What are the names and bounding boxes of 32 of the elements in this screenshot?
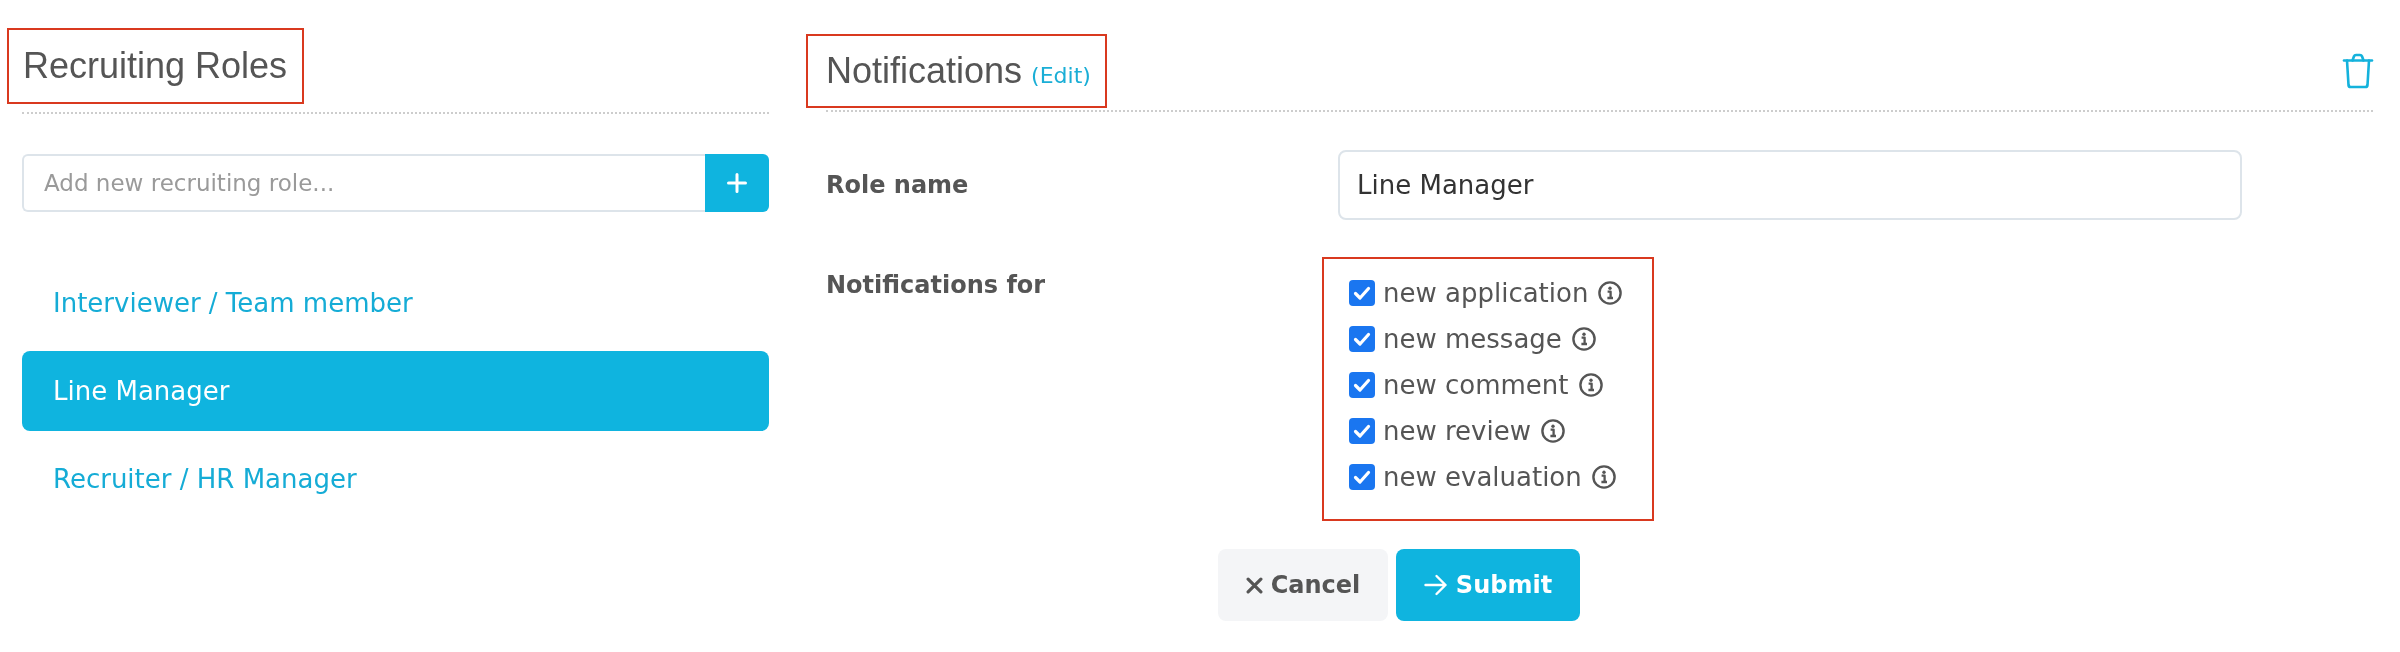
submit-button[interactable]: Submit (1396, 549, 1580, 621)
option-label: new message (1383, 324, 1562, 354)
info-icon[interactable] (1591, 465, 1616, 489)
edit-link[interactable]: (Edit) (1031, 63, 1091, 88)
option-label: new comment (1383, 370, 1569, 400)
input-field[interactable]: Add new recruiting role... (22, 154, 705, 212)
field-label: Notifications for (826, 270, 1047, 299)
info-icon[interactable] (1598, 281, 1623, 305)
checkbox[interactable] (1349, 418, 1375, 444)
plus-icon (727, 173, 747, 193)
trash-icon[interactable] (2342, 53, 2374, 89)
checkbox[interactable] (1349, 464, 1375, 490)
panel-title: Notifications (826, 49, 1023, 93)
close-icon (1245, 576, 1263, 594)
checkbox[interactable] (1349, 326, 1375, 352)
cancel-button[interactable]: Cancel (1218, 549, 1388, 621)
role-list-item[interactable]: Interviewer / Team member (22, 263, 769, 343)
checkbox[interactable] (1349, 280, 1375, 306)
role-list-item[interactable]: Line Manager (22, 351, 769, 431)
checkbox[interactable] (1349, 372, 1375, 398)
info-icon[interactable] (1571, 327, 1596, 351)
info-icon[interactable] (1541, 419, 1565, 443)
role-list-item[interactable]: Recruiter / HR Manager (22, 439, 769, 519)
option-label: new application (1383, 278, 1589, 308)
arrow-right-icon (1423, 574, 1448, 596)
panel-title: Recruiting Roles (23, 44, 288, 88)
option-label: new review (1383, 416, 1531, 446)
info-icon[interactable] (1578, 373, 1603, 397)
input-field[interactable]: Line Manager (1338, 150, 2242, 220)
option-label: new evaluation (1383, 462, 1582, 492)
add-button[interactable] (705, 154, 769, 212)
field-label: Role name (826, 171, 970, 199)
